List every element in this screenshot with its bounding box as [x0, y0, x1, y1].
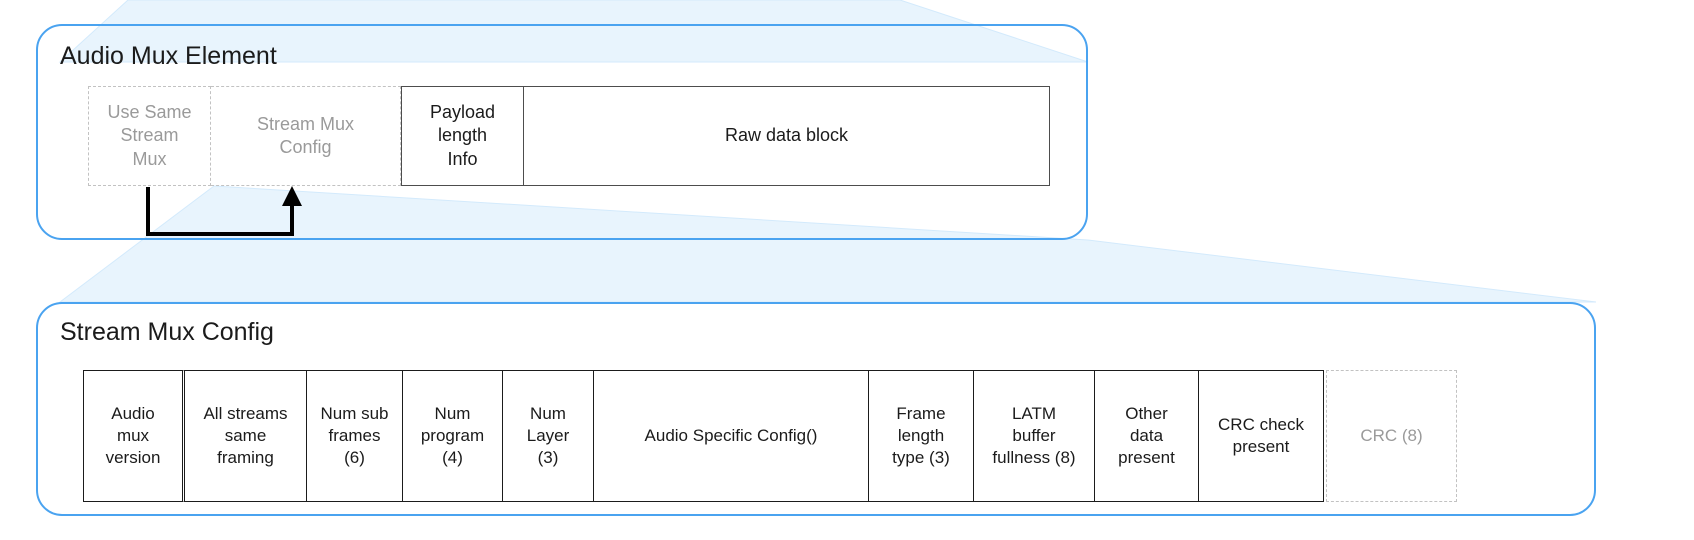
field-line: type (3)	[892, 447, 950, 467]
field-line: mux	[116, 426, 150, 446]
field-line: framing	[217, 447, 274, 467]
audio-mux-element-field-strip: Use Same Stream Mux Stream Mux Config Pa…	[88, 86, 1050, 186]
field-line: length	[437, 125, 488, 146]
field-line: Raw data block	[724, 125, 849, 146]
field-line: CRC check	[1218, 415, 1304, 435]
field-line: All streams	[203, 404, 288, 424]
field-line: LATM	[1011, 404, 1057, 424]
field-use-same-stream-mux[interactable]: Use Same Stream Mux	[88, 86, 211, 186]
field-line: Layer	[526, 426, 570, 446]
diagram-canvas: Audio Mux Element Use Same Stream Mux St…	[0, 0, 1694, 540]
field-line: Use Same	[107, 102, 192, 123]
field-num-sub-frames[interactable]: Num sub frames (6)	[306, 370, 403, 502]
field-crc-check-present[interactable]: CRC check present	[1198, 370, 1324, 502]
field-line: Num	[434, 404, 471, 424]
field-line: (3)	[537, 447, 559, 467]
field-line: fullness (8)	[992, 447, 1076, 467]
field-line: (6)	[344, 447, 365, 467]
field-payload-length-info[interactable]: Payload length Info	[401, 86, 524, 186]
field-line: (4)	[442, 447, 463, 467]
field-raw-data-block[interactable]: Raw data block	[524, 86, 1050, 186]
field-line: frames	[328, 426, 381, 446]
field-line: buffer	[1012, 426, 1056, 446]
stream-mux-config-field-strip: Audio mux version All streams same frami…	[83, 370, 1457, 502]
field-line: Audio Specific Config()	[644, 426, 818, 446]
field-line: data	[1129, 426, 1164, 446]
field-line: present	[1232, 437, 1290, 456]
field-line: Audio	[111, 404, 155, 424]
field-line: same	[224, 426, 267, 446]
field-num-program[interactable]: Num program (4)	[402, 370, 503, 502]
field-num-layer[interactable]: Num Layer (3)	[502, 370, 594, 502]
field-all-streams-same-framing[interactable]: All streams same framing	[182, 370, 307, 502]
field-line: version	[105, 447, 161, 467]
field-stream-mux-config[interactable]: Stream Mux Config	[211, 86, 401, 186]
field-line: Payload	[429, 102, 496, 123]
audio-mux-element-title: Audio Mux Element	[60, 42, 277, 70]
field-line: Num	[530, 404, 566, 424]
field-other-data-present[interactable]: Other data present	[1094, 370, 1199, 502]
field-crc[interactable]: CRC (8)	[1326, 370, 1457, 502]
field-line: length	[897, 426, 945, 446]
field-line: Frame	[896, 404, 946, 424]
field-line: Info	[447, 148, 478, 169]
field-line: Stream Mux	[256, 113, 355, 134]
field-line: present	[1118, 447, 1175, 467]
field-line: CRC (8)	[1360, 426, 1423, 446]
field-line: Num sub	[320, 404, 389, 424]
field-line: Other	[1125, 404, 1168, 424]
field-line: Config	[279, 137, 332, 157]
field-line: Mux	[132, 148, 167, 169]
field-audio-specific-config[interactable]: Audio Specific Config()	[593, 370, 869, 502]
field-line: Stream	[120, 125, 179, 146]
field-line: program	[420, 426, 485, 446]
stream-mux-config-title: Stream Mux Config	[60, 318, 274, 346]
field-frame-length-type[interactable]: Frame length type (3)	[868, 370, 974, 502]
field-audio-mux-version[interactable]: Audio mux version	[83, 370, 183, 502]
field-latm-buffer-fullness[interactable]: LATM buffer fullness (8)	[973, 370, 1095, 502]
